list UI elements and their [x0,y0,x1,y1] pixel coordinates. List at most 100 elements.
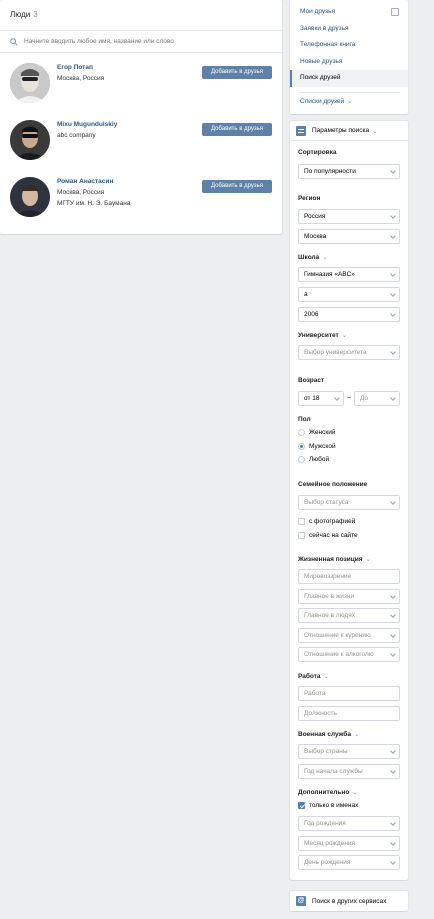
radio-button[interactable] [298,443,305,450]
age-to-select[interactable]: До [354,391,400,406]
online-now-checkbox[interactable]: сейчас на сайте [298,532,358,539]
add-friend-button[interactable]: Добавить в друзья [202,180,272,193]
military-year-select[interactable]: Год начала службы [298,764,400,779]
gender-radio-male[interactable]: Мужской [298,443,336,450]
names-only-checkbox[interactable]: только в именах [298,802,358,809]
friend-lists-label: Списки друзей [300,97,345,105]
with-photo-checkbox[interactable]: с фотографией [298,518,355,525]
chevron-down-icon: ⌄ [353,731,360,738]
chevron-down-icon: ⌄ [352,789,358,796]
field-placeholder: Мировоззрение [304,573,352,580]
search-bar [0,30,282,53]
checkbox[interactable] [298,518,305,525]
chevron-down-icon: ⌄ [372,127,378,135]
nav-item-find-friends[interactable]: Поиск друзей [290,70,408,87]
life-position-label[interactable]: Жизненная позиция ⌄ [298,555,371,563]
person-name[interactable]: Егор Потап [57,64,93,71]
chevron-down-icon [390,820,396,826]
avatar[interactable] [10,120,50,160]
list-item: Егор Потап Москва, Россия Добавить в дру… [10,63,272,107]
person-info: Москва, Россия [57,75,105,82]
worldview-field[interactable]: Мировоззрение [298,569,400,584]
field-placeholder: Главное в людях [304,612,355,619]
radio-button[interactable] [298,456,305,463]
extra-label[interactable]: Дополнительно ⌄ [298,788,358,796]
marital-select[interactable]: Выбор статуса [298,495,400,510]
chevron-down-icon [390,499,396,505]
checkbox[interactable] [298,532,305,539]
add-friend-button[interactable]: Добавить в друзья [202,123,272,136]
gender-radio-female[interactable]: Женский [298,429,335,436]
person-info: МГТУ им. Н. Э. Баумана [57,200,131,207]
field-placeholder: Выбор страны [304,748,348,755]
city-select[interactable]: Москва [298,229,400,244]
school-label[interactable]: Школа ⌄ [298,253,328,261]
chevron-down-icon [390,612,396,618]
checkbox-label: только в именах [309,802,359,809]
add-friend-button[interactable]: Добавить в друзья [202,66,272,79]
other-services-link[interactable]: @ Поиск в других сервисах [290,891,408,911]
birth-day-select[interactable]: День рождения [298,855,400,870]
nav-item-my-friends[interactable]: Мои друзья [290,4,408,21]
avatar[interactable] [10,63,50,103]
checkbox-label: сейчас на сайте [309,532,358,539]
calendar-icon[interactable] [391,8,399,16]
school-year-value: 2006 [304,311,319,318]
marital-placeholder: Выбор статуса [304,499,349,506]
chevron-down-icon [390,349,396,355]
work-label[interactable]: Работа ⌄ [298,672,329,680]
search-input[interactable] [24,38,264,45]
marital-label: Семейное положение [298,481,368,488]
radio-button[interactable] [298,429,305,436]
sort-select[interactable]: По популярности [298,164,400,179]
life-label-text: Жизненная позиция [298,556,363,563]
sort-label: Сортировка [298,149,337,156]
smoking-select[interactable]: Отношение к курению [298,628,400,643]
birth-year-select[interactable]: Год рождения [298,816,400,831]
university-select[interactable]: Выбор университета [298,345,400,360]
school-class-select[interactable]: а [298,287,400,302]
person-name[interactable]: Роман Анастасин [57,178,113,185]
chevron-down-icon: ⌄ [347,97,353,105]
chevron-down-icon: ⌄ [341,332,348,339]
school-select[interactable]: Гимназия «ABC» [298,267,400,282]
nav-item-requests[interactable]: Заявки в друзья [290,21,408,38]
results-count: 3 [33,10,38,19]
school-year-select[interactable]: 2006 [298,307,400,322]
alcohol-select[interactable]: Отношение к алкоголю [298,647,400,662]
person-name[interactable]: Mixu Mugundulskiy [57,121,117,128]
nav-item-label: Мои друзья [300,8,336,15]
chevron-down-icon [390,768,396,774]
main-in-life-select[interactable]: Главное в жизни [298,589,400,604]
military-label[interactable]: Военная служба ⌄ [298,730,359,738]
field-placeholder: Год начала службы [304,768,363,775]
school-value: Гимназия «ABC» [304,271,355,278]
military-country-select[interactable]: Выбор страны [298,744,400,759]
nav-item-phonebook[interactable]: Телефонная книга [290,37,408,54]
checkbox[interactable] [298,802,305,809]
birth-month-select[interactable]: Месяц рождения [298,836,400,851]
divider [298,91,400,93]
school-class-value: а [304,291,308,298]
friend-lists-link[interactable]: Списки друзей ⌄ [290,97,408,105]
age-from-select[interactable]: от 18 [298,391,344,406]
search-icon [10,37,18,46]
radio-label: Женский [309,429,336,436]
filter-icon [296,125,306,136]
nav-item-label: Новые друзья [300,57,343,65]
gender-radio-any[interactable]: Любой [298,456,329,463]
filters-header[interactable]: Параметры поиска ⌄ [290,121,408,141]
region-label: Регион [298,195,321,202]
chevron-down-icon [390,233,396,239]
other-services-label: Поиск в других сервисах [312,897,387,905]
filters-title: Параметры поиска [312,127,370,134]
field-placeholder: Год рождения [304,820,346,827]
nav-item-new-friends[interactable]: Новые друзья [290,54,408,71]
field-placeholder: День рождения [304,859,351,866]
main-in-people-select[interactable]: Главное в людях [298,608,400,623]
work-field[interactable]: Работа [298,686,400,701]
country-select[interactable]: Россия [298,209,400,224]
university-label[interactable]: Университет ⌄ [298,331,347,339]
avatar[interactable] [10,177,50,217]
position-field[interactable]: Должность [298,706,400,721]
